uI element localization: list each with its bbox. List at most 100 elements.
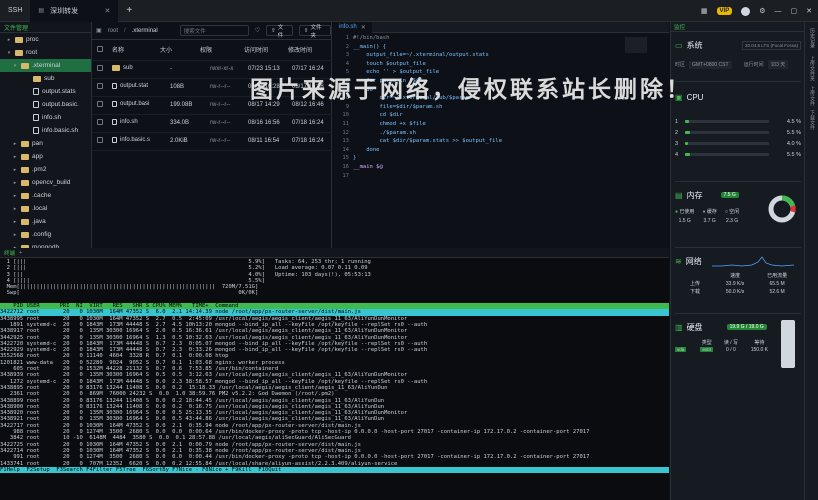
tree-item[interactable]: ▾ .xterminal [0, 59, 91, 72]
folder-icon: ▣ [96, 28, 102, 34]
col-size[interactable]: 大小 [160, 40, 200, 61]
plus-icon: + [126, 5, 133, 16]
tree-item-label: pan [32, 140, 43, 147]
tree-item[interactable]: sub [0, 72, 91, 85]
file-icon [33, 114, 39, 121]
side-upload-file[interactable]: 上传文件 [809, 86, 816, 106]
row-checkbox[interactable] [97, 137, 103, 143]
chevron-icon: ▸ [13, 153, 17, 160]
grid-icon[interactable]: ▦ [701, 7, 708, 15]
side-upload-folder[interactable]: 上传文件夹 [809, 56, 816, 81]
cpu-core-label: 3 [675, 140, 679, 147]
close-window-icon[interactable]: ✕ [806, 7, 812, 15]
session-tab[interactable]: ▤ 深圳转发 ✕ [30, 0, 119, 22]
select-all-checkbox[interactable] [97, 45, 103, 52]
tree-item[interactable]: ▸ .cache [0, 189, 91, 202]
disk-wait-label: 等待 [754, 340, 765, 346]
minimize-icon[interactable]: — [775, 8, 782, 15]
network-down-total: 52.6 M [769, 288, 785, 295]
code-line: 10 cd $dir [333, 111, 669, 120]
terminal-panel[interactable]: 终端 + 1 [||| 5.9%] Tasks: 64, 253 thr; 1 r… [0, 248, 669, 500]
tree-item[interactable]: ▸ pan [0, 137, 91, 150]
chevron-icon: ▾ [7, 49, 11, 56]
breadcrumb-root[interactable]: root [108, 28, 118, 34]
file-search-input[interactable]: 搜索文件 [179, 25, 249, 36]
editor-content[interactable]: 1 #!/bin/bash 2 __main() {3 output_file=~/.… [333, 33, 669, 180]
tree-item[interactable]: ▸ .pm2 [0, 163, 91, 176]
editor-minimap[interactable] [625, 37, 647, 53]
folder-icon [15, 49, 23, 56]
col-name[interactable]: 名称 [112, 40, 160, 61]
file-icon [112, 119, 117, 125]
folder-icon [21, 179, 29, 186]
terminal-tab[interactable]: 终端 + [0, 248, 669, 258]
file-size: 199.08B [160, 96, 200, 115]
system-card: ▭ 系统 20.04.5 LTS (Focal Fossa) 时区 GMT+080… [675, 36, 801, 82]
chevron-icon: ▾ [13, 62, 17, 69]
row-checkbox[interactable] [97, 101, 103, 107]
file-name: sub [123, 65, 133, 71]
folder-icon [33, 75, 41, 82]
code-text: touch $output_file [353, 60, 426, 67]
code-line: 1 #!/bin/bash [333, 34, 669, 43]
tree-item[interactable]: ▸ .config [0, 228, 91, 241]
gear-icon[interactable]: ⚙ [759, 7, 765, 15]
close-editor-tab-icon[interactable]: ✕ [361, 24, 366, 31]
col-access-time[interactable]: 访问时间 [244, 40, 288, 61]
col-permission[interactable]: 权限 [200, 40, 244, 61]
new-folder-button[interactable]: ⇧ 文件夹 [298, 25, 331, 39]
tree-item[interactable]: ▾ root [0, 46, 91, 59]
close-tab-icon[interactable]: ✕ [105, 7, 111, 15]
editor-tab[interactable]: info.sh ✕ [333, 21, 372, 33]
code-text: done [353, 146, 380, 153]
row-checkbox[interactable] [97, 119, 103, 125]
file-browser-toolbar: ▣ root / .xterminal 搜索文件 ♡ ⇧ 文件 ⇧ 文件夹 [92, 22, 331, 40]
file-row[interactable]: info.basic.s 2.0KiB rw-r--r-- 08/11 16:54 07… [92, 132, 332, 151]
line-number: 15 [342, 155, 349, 162]
side-download-file[interactable]: 下载文件 [809, 110, 816, 130]
cpu-core-row: 4 5.5 % [675, 149, 801, 160]
tree-item[interactable]: output.stats [0, 85, 91, 98]
memory-free-value: 2.3 G [725, 218, 739, 224]
breadcrumb-current[interactable]: .xterminal [132, 28, 158, 34]
line-number: 10 [342, 112, 349, 119]
folder-icon [21, 62, 29, 69]
tree-item[interactable]: info.basic.sh [0, 124, 91, 137]
new-tab-button[interactable]: + [118, 0, 140, 22]
tree-item[interactable]: ▸ opencv_build [0, 176, 91, 189]
cpu-core-list: 1 4.5 % 2 5.5 % 3 4.0 % 4 5.5 % [675, 116, 801, 160]
tree-item[interactable]: ▸ proc [0, 33, 91, 46]
terminal-add-icon[interactable]: + [19, 250, 22, 256]
col-modified-time[interactable]: 修改时间 [288, 40, 332, 61]
vip-badge[interactable]: VIP [716, 7, 733, 15]
disk-usage-gauge [781, 320, 795, 368]
line-number: 9 [345, 103, 349, 110]
maximize-icon[interactable]: ▢ [791, 7, 798, 15]
disk-table: 类型 读 / 写 等待 vda ext4 0 / 0 150.0 K [675, 338, 775, 353]
tree-item[interactable]: info.sh [0, 111, 91, 124]
file-row[interactable]: info.sh 334.0B rw-r--r-- 08/16 16:56 07/18 1… [92, 114, 332, 133]
monitor-side-bar: 历史记录 上传文件夹 上传文件 下载文件 [804, 22, 818, 500]
avatar[interactable] [741, 6, 751, 16]
wifi-icon: ≋ [675, 256, 682, 266]
code-text: output_file=~/.xterminal/output.stats [353, 52, 489, 59]
tree-item[interactable]: ▸ .local [0, 202, 91, 215]
tree-item[interactable]: ▸ app [0, 150, 91, 163]
tree-item[interactable]: ▸ mongodb [0, 241, 91, 248]
network-sparkline [711, 256, 794, 267]
file-size: 334.0B [160, 114, 200, 133]
file-tree-tab-label[interactable]: 文件管理 [4, 23, 28, 32]
row-checkbox[interactable] [97, 83, 103, 89]
tree-item[interactable]: ▸ .java [0, 215, 91, 228]
row-checkbox[interactable] [97, 65, 103, 71]
new-file-button[interactable]: ⇧ 文件 [266, 25, 293, 39]
memory-donut [768, 195, 796, 223]
tree-item-label: info.sh [42, 114, 62, 121]
side-history[interactable]: 历史记录 [809, 28, 816, 48]
tree-item[interactable]: output.basic. [0, 98, 91, 111]
terminal-output[interactable]: 1 [||| 5.9%] Tasks: 64, 253 thr; 1 runni… [0, 258, 669, 474]
monitor-tab-label[interactable]: 监控 [674, 23, 685, 31]
file-name: output.basi [120, 101, 150, 107]
chevron-icon: ▸ [13, 140, 17, 147]
heart-icon[interactable]: ♡ [255, 27, 260, 34]
